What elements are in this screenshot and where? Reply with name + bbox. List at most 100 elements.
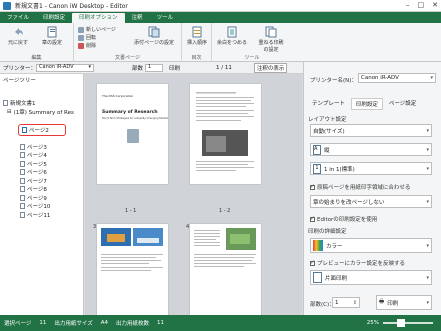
subtab-template[interactable]: テンプレート [308, 98, 349, 110]
rotate-button[interactable]: 回転 [78, 34, 96, 41]
group-edit: 元に戻す 章の設定 編集 [0, 23, 74, 62]
status-selected-count: 11 [39, 320, 47, 326]
new-page-button[interactable]: 新しいページ [78, 26, 116, 33]
tree-page-4[interactable]: ページ4 [20, 151, 47, 159]
n-up-icon: 1 [313, 163, 321, 174]
tree-doc[interactable]: 新規文書1 [3, 99, 36, 107]
ribbon-tabs: ファイル 印刷設定 印刷オプション 注釈 ツール [0, 12, 441, 23]
preview-area[interactable]: The DSS Corporation Summary of Research … [85, 74, 302, 315]
group-label-tool: ツール [244, 55, 260, 61]
single-side-icon [313, 272, 322, 283]
page-icon [20, 178, 25, 184]
tree-page-8[interactable]: ページ8 [20, 185, 47, 193]
print-button[interactable]: 🖶 印刷 ▾ [376, 295, 432, 310]
page-icon [20, 203, 25, 209]
trim-margin-button[interactable]: 余白をつめる [216, 26, 248, 46]
tree-page-10[interactable]: ページ10 [20, 202, 50, 210]
status-pages: 11 [157, 320, 165, 326]
trim-icon [227, 26, 237, 38]
tab-file[interactable]: ファイル [0, 13, 36, 23]
page1-title: Summary of Research [102, 110, 158, 115]
window-title: 新規文書1 - Canon iW Desktop - Editor [15, 3, 128, 10]
tree-page-3[interactable]: ページ3 [20, 143, 47, 151]
color-icon [313, 240, 323, 251]
tab-print-options[interactable]: 印刷オプション [72, 13, 125, 23]
print-toolbar: プリンター： Canon iR-ADV ▾ 部数 1 印刷 1 / 11 注釈の表… [0, 62, 303, 74]
maximize-button[interactable]: □ [418, 1, 425, 9]
page-label-3: 3 [93, 224, 97, 230]
page-label-1: 1 - 1 [125, 208, 137, 214]
undo-button[interactable]: 元に戻す [4, 26, 32, 46]
page1-header: The DSS Corporation [102, 94, 134, 98]
page-icon [20, 212, 25, 218]
close-button[interactable]: ✕ [432, 1, 438, 9]
chapter-break-select[interactable]: 章の始まりを改ページしない ▾ [310, 195, 432, 208]
portrait-icon: A [313, 144, 321, 155]
preview-page-2[interactable] [190, 84, 261, 184]
tree-page-9[interactable]: ページ9 [20, 194, 47, 202]
duplex-select[interactable]: 片面印刷 ▾ [310, 270, 432, 285]
page-tree-header: ページツリー [3, 78, 36, 84]
ribbon: 元に戻す 章の設定 編集 新しいページ 回転 削除 添付ページの設定 文書ページ… [0, 23, 441, 62]
print-small-button[interactable]: 印刷 [169, 64, 180, 72]
group-index: 挿入順序 目次 [182, 23, 212, 62]
paper-size-select[interactable]: 自動(サイズ) ▾ [310, 124, 432, 137]
tree-page-11[interactable]: ページ11 [20, 211, 50, 219]
minimize-button[interactable]: – [406, 1, 410, 9]
subtab-page-settings[interactable]: ページ設定 [385, 98, 420, 110]
preview-page-1[interactable]: The DSS Corporation Summary of Research … [97, 84, 168, 184]
delete-button[interactable]: 削除 [78, 42, 96, 49]
printer-select[interactable]: Canon iR-ADV ▾ [36, 63, 95, 72]
tree-page-6[interactable]: ページ6 [20, 168, 47, 176]
group-tool: 余白をつめる 重ねる印刷 の設定 ツール [212, 23, 292, 62]
fit-paper-checkbox[interactable]: 原稿ページを用紙印字領域に合わせる [310, 183, 410, 191]
print-settings-panel: プリンター名(N)： Canon iR-ADV ▾ テンプレート 印刷設定 ページ… [303, 62, 441, 315]
page1-subtitle: Short Term Strategies for a Rapidly Chan… [102, 117, 168, 120]
copies-input[interactable]: 1 ⇕ [332, 297, 360, 308]
document-icon [3, 100, 8, 106]
group-label-index: 目次 [191, 55, 202, 61]
tab-annotation[interactable]: 注釈 [125, 13, 150, 23]
tab-print-settings[interactable]: 印刷設定 [36, 13, 72, 23]
page-icon [20, 169, 25, 175]
editor-settings-checkbox[interactable]: Editorの印刷設定を使用 [310, 215, 377, 223]
page-icon [20, 161, 25, 167]
subtab-print-settings[interactable]: 印刷設定 [350, 98, 383, 110]
copies-field[interactable]: 1 [145, 63, 164, 72]
preview-color-checkbox[interactable]: プレビューにカラー設定を反映する [310, 259, 405, 267]
tree-page-5[interactable]: ページ5 [20, 160, 47, 168]
chevron-down-icon: ▾ [426, 127, 429, 134]
zoom-level: 25% [366, 320, 379, 326]
tree-chapter[interactable]: ⊟ (1章) Summary of Res [7, 108, 74, 116]
chapter-settings-button[interactable]: 章の設定 [34, 26, 70, 46]
insert-order-button[interactable]: 挿入順序 [183, 26, 211, 46]
group-label-edit: 編集 [31, 55, 42, 61]
overlay-icon [265, 26, 277, 38]
page-icon [20, 195, 25, 201]
page4-content [194, 228, 256, 267]
page-label-4: 4 [186, 224, 190, 230]
detail-header: 印刷の詳細設定 [308, 229, 347, 235]
copies-label-right: 部数(C)： [310, 302, 335, 308]
zoom-slider[interactable] [383, 319, 433, 327]
copies-label: 部数 [132, 65, 144, 72]
tree-page-2[interactable]: ページ2 [18, 124, 66, 136]
page-icon [20, 152, 25, 158]
tree-page-7[interactable]: ページ7 [20, 177, 47, 185]
pages-per-sheet-select[interactable]: 11 in 1(標準) ▾ [310, 162, 432, 175]
preview-page-3[interactable] [97, 224, 168, 315]
page-icon [20, 186, 25, 192]
attach-page-settings-button[interactable]: 添付ページの設定 [130, 26, 178, 46]
page-label-2: 1 - 2 [219, 208, 231, 214]
overlay-print-settings-button[interactable]: 重ねる印刷 の設定 [252, 26, 290, 53]
app-icon [3, 1, 11, 10]
color-select[interactable]: カラー ▾ [310, 238, 432, 253]
orientation-select[interactable]: A 縦 ▾ [310, 143, 432, 156]
status-size-label: 出力用紙サイズ [54, 321, 93, 327]
status-size: A4 [100, 320, 108, 326]
tab-tools[interactable]: ツール [150, 13, 181, 23]
annotation-toggle[interactable]: 注釈の表示 [253, 62, 288, 73]
group-page: 新しいページ 回転 削除 添付ページの設定 文書ページ [74, 23, 182, 62]
preview-page-4[interactable] [190, 224, 261, 315]
printer-name-select[interactable]: Canon iR-ADV ▾ [358, 73, 436, 83]
